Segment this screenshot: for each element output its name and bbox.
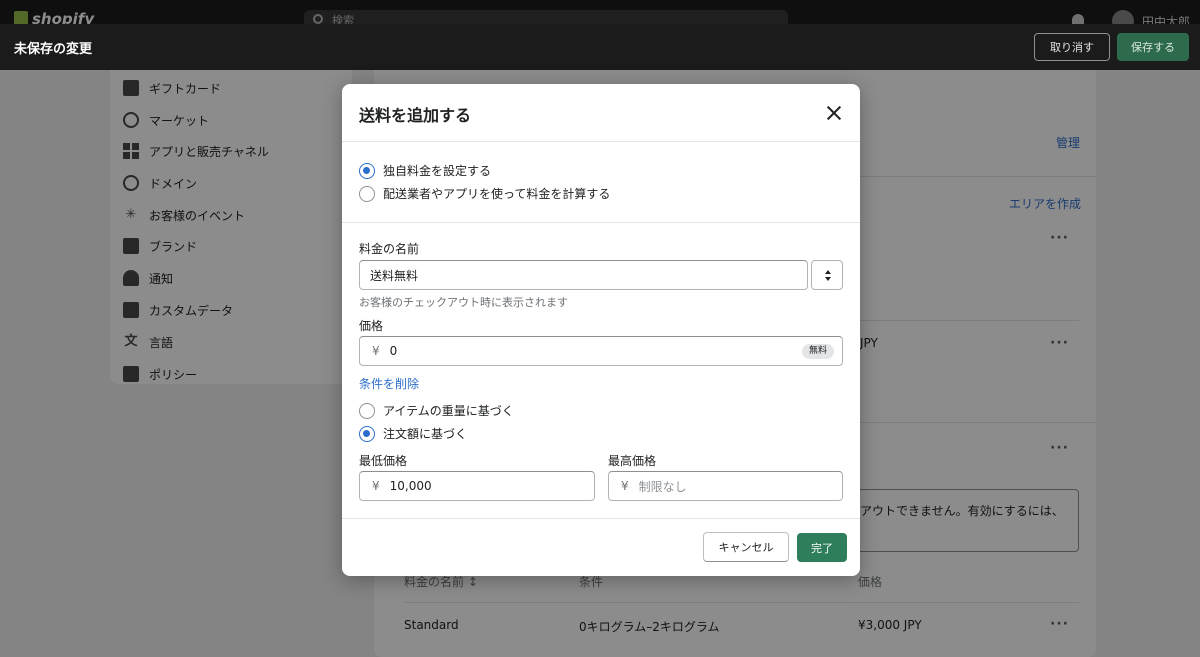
rate-name-value: 送料無料	[370, 268, 419, 283]
radio-label: 独自料金を設定する	[383, 164, 492, 178]
radio-label: アイテムの重量に基づく	[383, 404, 514, 418]
currency-symbol: ¥	[372, 479, 380, 493]
currency-symbol: ¥	[621, 479, 629, 493]
radio-button[interactable]	[359, 402, 375, 419]
max-price-placeholder: 制限なし	[638, 479, 687, 494]
max-price-label: 最高価格	[608, 454, 657, 468]
min-price-input[interactable]: ¥ 10,000	[359, 471, 595, 501]
remove-conditions-link[interactable]: 条件を削除	[359, 375, 419, 392]
max-price-input[interactable]: ¥ 制限なし	[608, 471, 843, 501]
radio-label: 配送業者やアプリを使って料金を計算する	[383, 187, 611, 201]
min-price-label: 最低価格	[359, 454, 408, 468]
min-price-value: 10,000	[389, 479, 432, 493]
unsaved-title: 未保存の変更	[14, 41, 93, 57]
radio-price-based[interactable]: 注文額に基づく	[359, 425, 467, 442]
radio-carrier-rate[interactable]: 配送業者やアプリを使って料金を計算する	[359, 185, 610, 202]
close-icon[interactable]	[822, 101, 846, 125]
section-divider	[342, 222, 860, 223]
cancel-button[interactable]: キャンセル	[703, 532, 789, 562]
rate-name-select-button[interactable]	[811, 260, 843, 290]
save-button[interactable]: 保存する	[1117, 33, 1189, 61]
price-label: 価格	[359, 319, 384, 333]
price-value: 0	[389, 344, 398, 358]
rate-name-label: 料金の名前	[359, 242, 420, 256]
radio-button-checked[interactable]	[359, 425, 375, 442]
section-divider	[342, 518, 860, 519]
radio-weight-based[interactable]: アイテムの重量に基づく	[359, 402, 514, 419]
radio-button[interactable]	[359, 185, 375, 202]
rate-name-input[interactable]: 送料無料	[359, 260, 808, 290]
chevron-down-icon	[825, 277, 831, 281]
radio-button-checked[interactable]	[359, 162, 375, 179]
radio-custom-rate[interactable]: 独自料金を設定する	[359, 162, 491, 179]
discard-button[interactable]: 取り消す	[1034, 33, 1110, 61]
currency-symbol: ¥	[372, 344, 380, 358]
done-button[interactable]: 完了	[797, 533, 847, 562]
chevron-up-icon	[825, 270, 831, 274]
free-badge: 無料	[801, 344, 834, 359]
rate-name-help: お客様のチェックアウト時に表示されます	[359, 296, 568, 309]
modal-title: 送料を追加する	[359, 106, 472, 125]
modal-header: 送料を追加する	[342, 84, 860, 142]
radio-label: 注文額に基づく	[383, 427, 468, 441]
unsaved-changes-bar: 未保存の変更 取り消す 保存する	[0, 24, 1200, 70]
add-rate-modal: 送料を追加する 独自料金を設定する 配送業者やアプリを使って料金を計算する 料金…	[342, 84, 860, 576]
price-input[interactable]: ¥ 0 無料	[359, 336, 843, 366]
